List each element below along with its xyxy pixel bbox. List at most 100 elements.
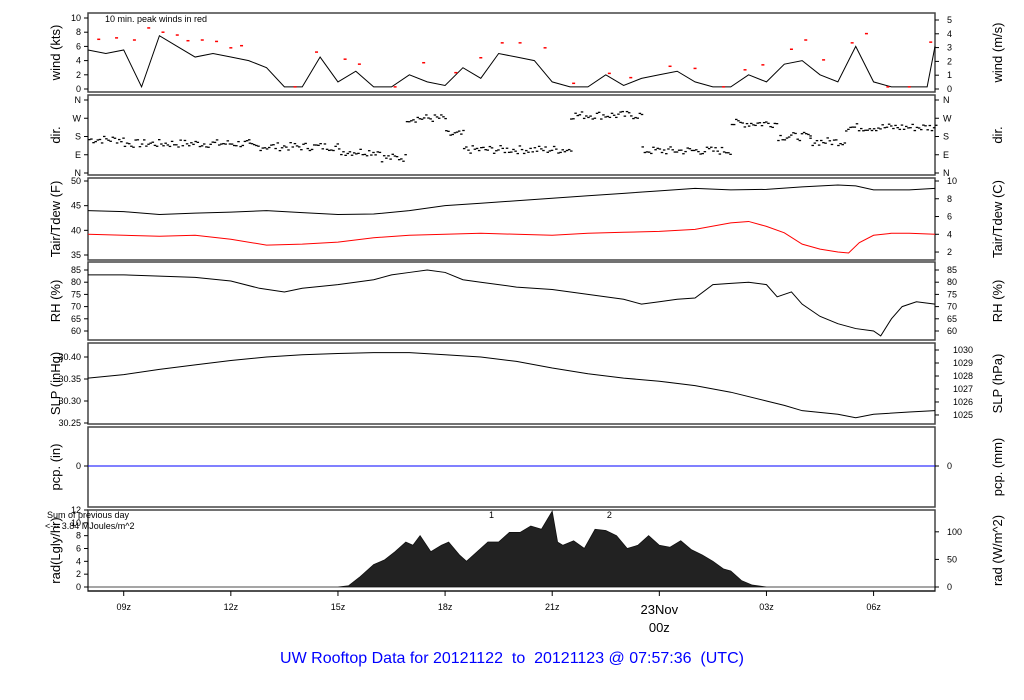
y-tick-label: 75 [71, 289, 81, 299]
y-tick-label-right: 4 [947, 29, 952, 39]
ylabel-right-rh: RH (%) [990, 280, 1005, 323]
panel-frame-pcp [87, 426, 936, 508]
y-tick-label-right: 1028 [953, 371, 973, 381]
rad-day-mark: 1 [489, 510, 494, 520]
y-tick-label: 6 [76, 41, 81, 51]
series-line-Tdew [87, 220, 936, 254]
panel-frame-temp [87, 177, 936, 261]
ylabel-right-slp: SLP (hPa) [990, 354, 1005, 414]
meteogram-svg: wind (kts) wind (m/s)024681001234510 min.… [45, 12, 1005, 635]
y-tick-label: 10 [71, 13, 81, 23]
y-tick-label: 35 [71, 250, 81, 260]
y-tick-label: 8 [76, 27, 81, 37]
y-tick-label-right: 0 [947, 84, 952, 94]
x-tick-label: 06z [866, 602, 881, 612]
y-tick-label: 30.25 [58, 418, 81, 428]
ylabel-rh: RH (%) [48, 280, 63, 323]
y-tick-label-right: 1030 [953, 345, 973, 355]
y-tick-label: 60 [71, 326, 81, 336]
y-tick-label-right: W [943, 113, 952, 123]
y-tick-label: 30.30 [58, 396, 81, 406]
series-line-RH [88, 269, 936, 337]
y-tick-label-right: N [943, 95, 950, 105]
ylabel-temp: Tair/Tdew (F) [48, 181, 63, 258]
day-marker-date: 23Nov [641, 602, 679, 617]
wind-annotation: 10 min. peak winds in red [105, 14, 207, 24]
panel-frame-rh [87, 261, 936, 341]
y-tick-label-right: 0 [947, 582, 952, 592]
y-tick-label: 45 [71, 201, 81, 211]
y-tick-label-right: 5 [947, 15, 952, 25]
y-tick-label: 80 [71, 277, 81, 287]
x-tick-label: 12z [224, 602, 239, 612]
y-tick-label-right: 4 [947, 229, 952, 239]
radiation-area [88, 510, 935, 588]
y-tick-label-right: 65 [947, 314, 957, 324]
y-tick-label: 40 [71, 225, 81, 235]
ylabel-right-temp: Tair/Tdew (C) [990, 180, 1005, 258]
series-line-SLP [87, 352, 936, 419]
rad-annotation-line1: Sum of previous day [47, 510, 130, 520]
y-tick-label: 2 [76, 569, 81, 579]
rooftop-meteogram: wind (kts) wind (m/s) 0 2 4 6 8 10 0 1 2 3 4 5 10 min.… [0, 0, 1024, 700]
series-line-wind [87, 35, 936, 89]
y-tick-label-right: 0 [947, 461, 952, 471]
y-tick-label-right: S [943, 132, 949, 142]
x-tick-label: 15z [331, 602, 346, 612]
ylabel-right-pcp: pcp. (mm) [990, 438, 1005, 497]
y-tick-label-right: 2 [947, 247, 952, 257]
ylabel-right-wind: wind (m/s) [990, 23, 1005, 84]
y-tick-label-right: 80 [947, 277, 957, 287]
y-tick-label: 0 [76, 84, 81, 94]
y-tick-label: N [75, 95, 82, 105]
y-tick-label: 6 [76, 544, 81, 554]
y-tick-label: S [75, 132, 81, 142]
y-tick-label: 4 [76, 56, 81, 66]
y-tick-label: 30.40 [58, 352, 81, 362]
y-tick-label: 85 [71, 265, 81, 275]
ylabel-pcp: pcp. (in) [48, 444, 63, 491]
y-tick-label-right: 100 [947, 527, 962, 537]
y-tick-label-right: E [943, 150, 949, 160]
y-tick-label-right: 1027 [953, 384, 973, 394]
y-tick-label-right: 1025 [953, 410, 973, 420]
y-tick-label-right: 3 [947, 43, 952, 53]
y-tick-label-right: 85 [947, 265, 957, 275]
y-tick-label: E [75, 150, 81, 160]
y-tick-label-right: 1026 [953, 397, 973, 407]
y-tick-label: 65 [71, 314, 81, 324]
y-tick-label: 70 [71, 302, 81, 312]
y-tick-label-right: 1029 [953, 358, 973, 368]
y-tick-label: W [73, 113, 82, 123]
rad-annotation-line2: <--- 3.84 MJoules/m^2 [45, 521, 135, 531]
day-marker-time: 00z [649, 620, 670, 635]
y-tick-label-right: 10 [947, 176, 957, 186]
y-tick-label-right: 2 [947, 56, 952, 66]
y-tick-label: 8 [76, 531, 81, 541]
y-tick-label: 0 [76, 582, 81, 592]
y-tick-label-right: 1 [947, 70, 952, 80]
ylabel-dir: dir. [48, 126, 63, 143]
panel-frame-slp [87, 342, 936, 425]
y-tick-label-right: 70 [947, 302, 957, 312]
y-tick-label-right: 6 [947, 212, 952, 222]
y-tick-label: 2 [76, 70, 81, 80]
ylabel-right-rad: rad (W/m^2) [990, 515, 1005, 586]
y-tick-label-right: 75 [947, 289, 957, 299]
y-tick-label: 4 [76, 556, 81, 566]
rad-day-mark: 2 [607, 510, 612, 520]
x-tick-label: 21z [545, 602, 560, 612]
panel-frame-wind [87, 12, 936, 93]
ylabel-wind: wind (kts) [48, 25, 63, 82]
x-tick-label: 18z [438, 602, 453, 612]
ylabel-right-dir: dir. [990, 126, 1005, 143]
chart-title: UW Rooftop Data for 20121122 to 20121123… [280, 650, 744, 667]
y-tick-label-right: 60 [947, 326, 957, 336]
y-tick-label-right: 50 [947, 554, 957, 564]
y-tick-label: 30.35 [58, 374, 81, 384]
y-tick-label: 50 [71, 176, 81, 186]
series-line-Tair [87, 184, 936, 216]
x-tick-label: 03z [759, 602, 774, 612]
y-tick-label-right: 8 [947, 194, 952, 204]
x-tick-label: 09z [116, 602, 131, 612]
